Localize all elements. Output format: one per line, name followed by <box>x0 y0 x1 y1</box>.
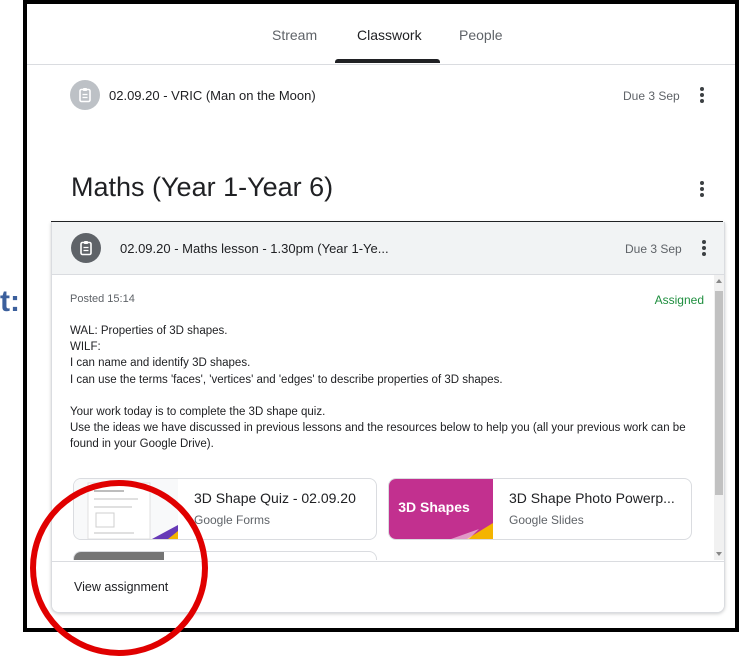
due-date: Due 3 Sep <box>623 89 680 103</box>
scroll-down-icon[interactable] <box>716 552 722 556</box>
assignment-header[interactable]: 02.09.20 - Maths lesson - 1.30pm (Year 1… <box>52 222 724 275</box>
attachment-type: Google Forms <box>194 513 271 527</box>
assignment-icon <box>71 233 101 263</box>
description-line: Your work today is to complete the 3D sh… <box>70 406 326 418</box>
tab-classwork[interactable]: Classwork <box>357 27 422 43</box>
posted-time: Posted 15:14 <box>70 293 135 305</box>
description-line: WILF: <box>70 341 101 354</box>
item-title: 02.09.20 - VRIC (Man on the Moon) <box>109 88 316 103</box>
slides-thumbnail-text: 3D Shapes <box>398 499 470 515</box>
attachment-title: 3D Shape Photo Powerp... <box>509 490 675 506</box>
scrollbar[interactable] <box>714 275 724 560</box>
assignment-icon <box>70 80 100 110</box>
description-line: I can use the terms 'faces', 'vertices' … <box>70 373 503 386</box>
description-line: Use the ideas we have discussed in previ… <box>70 422 686 451</box>
attachment-slides[interactable]: 3D Shapes 3D Shape Photo Powerp... Googl… <box>388 478 692 540</box>
description-line: WAL: Properties of 3D shapes. <box>70 325 228 337</box>
cropped-edge-glyph: t: <box>0 285 20 318</box>
tab-people[interactable]: People <box>459 27 503 43</box>
more-options-icon[interactable] <box>702 240 706 258</box>
assignment-title: 02.09.20 - Maths lesson - 1.30pm (Year 1… <box>120 241 389 256</box>
topic-heading: Maths (Year 1-Year 6) <box>71 172 334 202</box>
scroll-up-icon[interactable] <box>716 279 722 283</box>
attachment-title: 3D Shape Quiz - 02.09.20 <box>194 490 356 506</box>
scrollbar-thumb[interactable] <box>715 291 723 495</box>
topic-more-options-icon[interactable] <box>700 181 704 199</box>
assignment-description: WAL: Properties of 3D shapes. WILF: I ca… <box>70 323 700 453</box>
slides-thumbnail: 3D Shapes <box>389 479 493 539</box>
classwork-item[interactable]: 02.09.20 - VRIC (Man on the Moon) Due 3 … <box>63 70 717 122</box>
active-tab-indicator <box>335 59 440 63</box>
tab-bar: Stream Classwork People <box>27 4 735 65</box>
due-date: Due 3 Sep <box>625 242 682 256</box>
description-line <box>70 388 700 404</box>
attachment-type: Google Slides <box>509 513 584 527</box>
tab-stream[interactable]: Stream <box>272 27 317 43</box>
annotation-circle <box>30 480 208 656</box>
status-badge: Assigned <box>654 293 704 307</box>
more-options-icon[interactable] <box>700 87 704 105</box>
description-line: I can name and identify 3D shapes. <box>70 357 251 370</box>
